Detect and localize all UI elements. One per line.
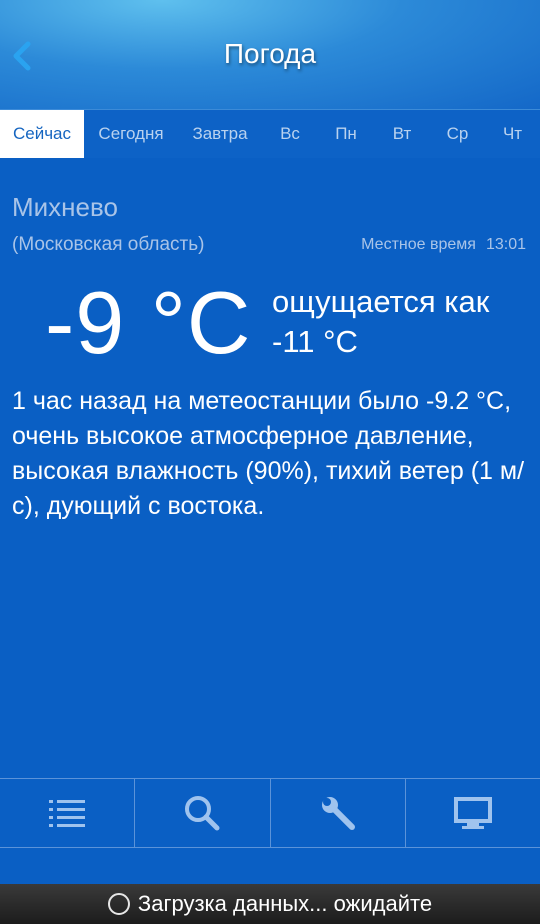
tab-sunday[interactable]: Вс <box>262 110 318 158</box>
monitor-icon <box>453 797 492 829</box>
list-icon <box>49 800 86 827</box>
widget-button[interactable] <box>406 779 540 847</box>
tab-today[interactable]: Сегодня <box>84 110 178 158</box>
loading-status-bar: Загрузка данных... ожидайте <box>0 884 540 924</box>
feels-like-label: ощущается как <box>272 284 490 319</box>
weather-panel: Михнево (Московская область) Местное вре… <box>0 158 540 778</box>
spacer-strip <box>0 848 540 884</box>
city-name: Михнево <box>12 192 118 222</box>
feels-like: ощущается как -11 °C <box>272 282 489 362</box>
list-button[interactable] <box>0 779 136 847</box>
weather-description: 1 час назад на метеостанции было -9.2 °C… <box>12 387 525 520</box>
tab-now[interactable]: Сейчас <box>0 110 84 158</box>
bottom-toolbar <box>0 778 540 848</box>
app-header: Погода <box>0 0 540 110</box>
tab-tomorrow[interactable]: Завтра <box>178 110 262 158</box>
region-name: (Московская область) <box>12 234 205 255</box>
tab-monday[interactable]: Пн <box>318 110 374 158</box>
day-tabs: Сейчас Сегодня Завтра Вс Пн Вт Ср Чт <box>0 110 540 158</box>
loading-spinner-icon <box>107 893 130 915</box>
search-icon <box>185 796 220 831</box>
current-temperature: -9 °C <box>45 273 252 372</box>
page-title: Погода <box>223 38 317 69</box>
tab-wednesday[interactable]: Ср <box>430 110 485 158</box>
tab-tuesday[interactable]: Вт <box>374 110 430 158</box>
local-time-value: 13:01 <box>485 236 526 253</box>
search-button[interactable] <box>135 779 271 847</box>
loading-status-text: Загрузка данных... ожидайте <box>137 891 433 916</box>
settings-button[interactable] <box>271 779 406 847</box>
tab-thursday[interactable]: Чт <box>485 110 540 158</box>
wrench-icon <box>320 794 355 830</box>
local-time: Местное время 13:01 <box>361 236 526 254</box>
local-time-label: Местное время <box>361 236 476 253</box>
feels-like-value: -11 °C <box>272 324 358 359</box>
